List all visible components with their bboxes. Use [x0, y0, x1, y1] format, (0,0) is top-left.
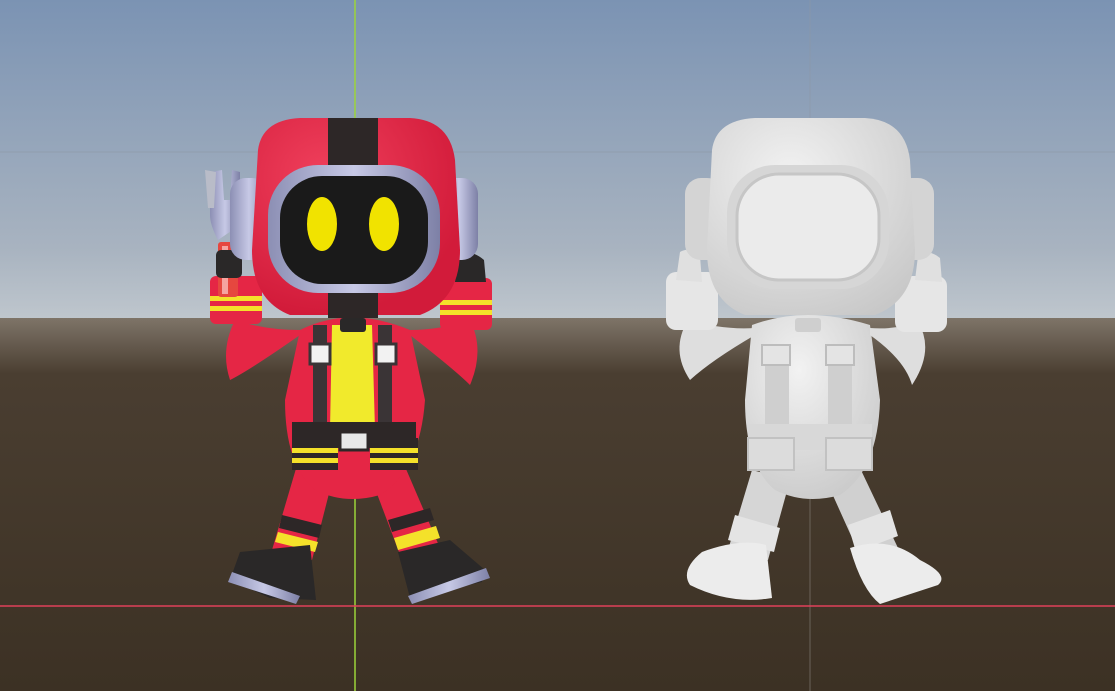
gray-robot-helmet [685, 118, 934, 315]
red-robot-helmet [230, 118, 478, 318]
red-robot-chest-panel [330, 325, 375, 430]
scene-canvas[interactable] [0, 0, 1115, 691]
ground-plane [0, 318, 1115, 691]
scene-viewport[interactable] [0, 0, 1115, 691]
visor [280, 176, 428, 284]
sky-background [0, 0, 1115, 330]
right-eye [369, 197, 399, 251]
left-eye [307, 197, 337, 251]
